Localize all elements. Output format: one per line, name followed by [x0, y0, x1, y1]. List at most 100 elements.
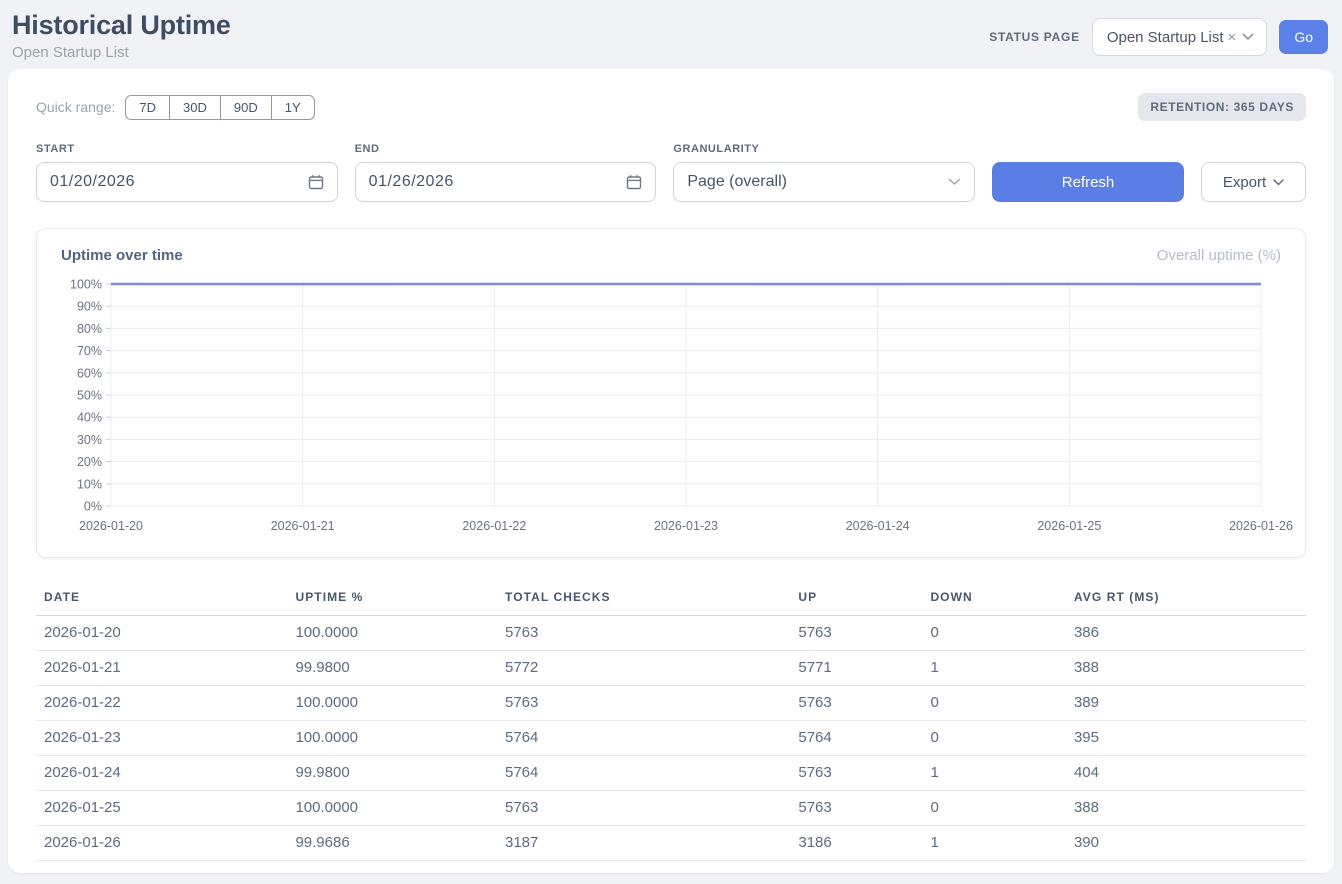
x-axis-tick-label: 2026-01-20	[79, 519, 143, 533]
chevron-down-icon	[1273, 179, 1284, 186]
y-axis-tick-label: 50%	[77, 389, 102, 403]
quick-range-row: Quick range: 7D30D90D1Y RETENTION: 365 D…	[36, 93, 1306, 121]
page-header: Historical Uptime Open Startup List STAT…	[0, 0, 1342, 67]
go-button[interactable]: Go	[1279, 20, 1328, 54]
chevron-down-icon	[948, 178, 961, 186]
chart-svg: 0%10%20%30%40%50%60%70%80%90%100%2026-01…	[59, 274, 1295, 538]
quick-range-30d[interactable]: 30D	[169, 95, 221, 120]
granularity-field-group: GRANULARITY Page (overall)	[673, 143, 975, 202]
table-cell: 3187	[497, 826, 790, 861]
end-date-value: 01/26/2026	[369, 173, 454, 191]
table-cell: 5763	[790, 791, 922, 826]
table-cell: 5763	[790, 686, 922, 721]
quick-range-label: Quick range:	[36, 99, 115, 115]
y-axis-tick-label: 90%	[77, 300, 102, 314]
start-label: START	[36, 143, 338, 155]
calendar-icon[interactable]	[626, 174, 642, 190]
status-page-label: STATUS PAGE	[989, 30, 1080, 44]
table-cell: 100.0000	[287, 721, 497, 756]
table-cell: 100.0000	[287, 791, 497, 826]
table-cell: 2026-01-24	[36, 756, 287, 791]
chart-header: Uptime over time Overall uptime (%)	[59, 247, 1283, 264]
table-row: 2026-01-2499.9800576457631404	[36, 756, 1306, 791]
table-cell: 0	[922, 686, 1066, 721]
x-axis-tick-label: 2026-01-24	[846, 519, 910, 533]
table-cell: 2026-01-22	[36, 686, 287, 721]
table-cell: 388	[1066, 791, 1306, 826]
start-date-value: 01/20/2026	[50, 173, 135, 191]
filter-form: START 01/20/2026 END 01/26/2026 GRANULAR…	[36, 143, 1306, 202]
clear-icon[interactable]: ×	[1228, 29, 1237, 46]
column-header: DOWN	[922, 582, 1066, 616]
y-axis-tick-label: 70%	[77, 344, 102, 358]
table-cell: 389	[1066, 686, 1306, 721]
table-cell: 1	[922, 826, 1066, 861]
table-cell: 388	[1066, 651, 1306, 686]
table-cell: 386	[1066, 616, 1306, 651]
main-panel: Quick range: 7D30D90D1Y RETENTION: 365 D…	[8, 69, 1334, 873]
table-cell: 99.9800	[287, 756, 497, 791]
y-axis-tick-label: 30%	[77, 433, 102, 447]
table-cell: 5763	[790, 616, 922, 651]
chart-title: Uptime over time	[61, 247, 183, 264]
table-cell: 5763	[497, 791, 790, 826]
start-field-group: START 01/20/2026	[36, 143, 338, 202]
table-cell: 5763	[790, 756, 922, 791]
quick-range-90d[interactable]: 90D	[220, 95, 272, 120]
y-axis-tick-label: 40%	[77, 411, 102, 425]
table-cell: 1	[922, 756, 1066, 791]
table-cell: 2026-01-20	[36, 616, 287, 651]
quick-range-7d[interactable]: 7D	[125, 95, 170, 120]
chevron-down-icon	[1242, 33, 1254, 41]
column-header: UP	[790, 582, 922, 616]
chart-card: Uptime over time Overall uptime (%) 0% 10…	[36, 228, 1306, 558]
quick-range-1y[interactable]: 1Y	[271, 95, 315, 120]
table-cell: 2026-01-26	[36, 826, 287, 861]
granularity-value: Page (overall)	[687, 173, 787, 191]
status-page-value: Open Startup List	[1107, 29, 1224, 46]
table-cell: 3186	[790, 826, 922, 861]
start-date-input[interactable]: 01/20/2026	[36, 162, 338, 202]
table-header-row: DATEUPTIME %TOTAL CHECKSUPDOWNAVG RT (MS…	[36, 582, 1306, 616]
table-cell: 5764	[497, 721, 790, 756]
refresh-button[interactable]: Refresh	[992, 162, 1184, 202]
table-row: 2026-01-25100.0000576357630388	[36, 791, 1306, 826]
uptime-table-wrap: DATEUPTIME %TOTAL CHECKSUPDOWNAVG RT (MS…	[36, 582, 1306, 861]
header-controls: STATUS PAGE Open Startup List × Go	[989, 18, 1328, 56]
table-row: 2026-01-22100.0000576357630389	[36, 686, 1306, 721]
table-cell: 99.9686	[287, 826, 497, 861]
table-cell: 5763	[497, 686, 790, 721]
column-header: UPTIME %	[287, 582, 497, 616]
y-axis-tick-label: 80%	[77, 322, 102, 336]
y-axis-tick-label: 100%	[70, 278, 102, 292]
granularity-select[interactable]: Page (overall)	[673, 162, 975, 202]
y-axis-tick-label: 0%	[84, 500, 102, 514]
end-date-input[interactable]: 01/26/2026	[355, 162, 657, 202]
table-cell: 5771	[790, 651, 922, 686]
table-cell: 0	[922, 721, 1066, 756]
table-cell: 2026-01-21	[36, 651, 287, 686]
table-cell: 100.0000	[287, 686, 497, 721]
calendar-icon[interactable]	[308, 174, 324, 190]
retention-badge: RETENTION: 365 DAYS	[1138, 93, 1306, 121]
table-cell: 5772	[497, 651, 790, 686]
uptime-line-chart: 0%10%20%30%40%50%60%70%80%90%100%2026-01…	[59, 274, 1283, 543]
status-page-select[interactable]: Open Startup List ×	[1092, 18, 1268, 56]
table-cell: 0	[922, 791, 1066, 826]
uptime-table: DATEUPTIME %TOTAL CHECKSUPDOWNAVG RT (MS…	[36, 582, 1306, 861]
export-button[interactable]: Export	[1201, 162, 1306, 202]
y-axis-tick-label: 20%	[77, 455, 102, 469]
page-title: Historical Uptime	[12, 10, 231, 41]
table-row: 2026-01-2699.9686318731861390	[36, 826, 1306, 861]
page-subtitle: Open Startup List	[12, 44, 231, 61]
table-cell: 1	[922, 651, 1066, 686]
table-row: 2026-01-23100.0000576457640395	[36, 721, 1306, 756]
column-header: AVG RT (MS)	[1066, 582, 1306, 616]
x-axis-tick-label: 2026-01-22	[462, 519, 526, 533]
granularity-label: GRANULARITY	[673, 143, 975, 155]
x-axis-tick-label: 2026-01-26	[1229, 519, 1293, 533]
title-block: Historical Uptime Open Startup List	[12, 10, 231, 61]
table-cell: 100.0000	[287, 616, 497, 651]
table-cell: 404	[1066, 756, 1306, 791]
table-cell: 5763	[497, 616, 790, 651]
